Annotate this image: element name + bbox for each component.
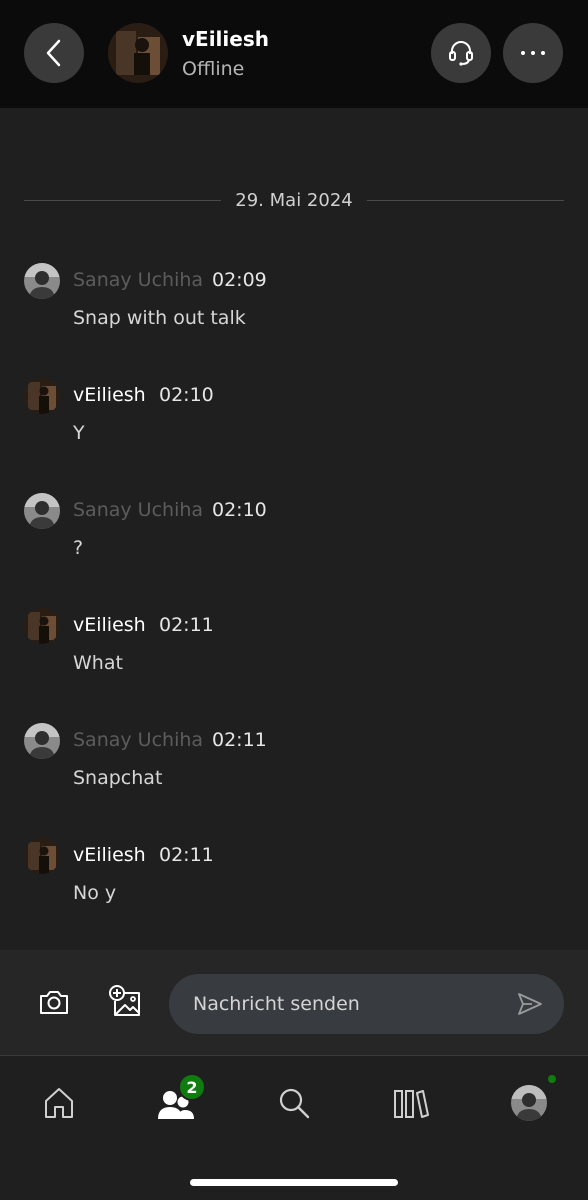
message-time: 02:10 <box>159 384 214 406</box>
divider <box>24 199 222 201</box>
more-options-button[interactable] <box>503 23 563 83</box>
message-item[interactable]: Sanay Uchiha 02:09 Snap with out talk <box>24 263 564 353</box>
tab-search[interactable] <box>274 1083 314 1123</box>
tab-library[interactable] <box>391 1083 431 1123</box>
contact-status: Offline <box>182 58 245 80</box>
message-text: ? <box>73 537 84 559</box>
date-separator: 29. Mai 2024 <box>24 188 565 212</box>
message-author[interactable]: Sanay Uchiha <box>73 269 203 291</box>
online-status-dot <box>546 1073 558 1085</box>
message-text: Y <box>73 422 85 444</box>
bottom-tab-bar: 2 <box>0 1057 588 1200</box>
message-author[interactable]: vEiliesh <box>73 844 146 866</box>
message-input-container[interactable] <box>169 974 564 1034</box>
date-label: 29. Mai 2024 <box>235 189 353 211</box>
message-time: 02:10 <box>212 499 267 521</box>
sender-avatar[interactable] <box>24 378 60 414</box>
message-text: Snapchat <box>73 767 163 789</box>
message-item[interactable]: Sanay Uchiha 02:10? <box>24 493 564 583</box>
contact-avatar[interactable] <box>108 23 168 83</box>
message-time: 02:11 <box>159 614 214 636</box>
message-item[interactable]: vEiliesh 02:11 No y <box>24 838 564 928</box>
add-image-icon <box>109 985 140 1016</box>
message-composer <box>0 950 588 1056</box>
sender-avatar[interactable] <box>24 608 60 644</box>
message-time: 02:11 <box>159 844 214 866</box>
message-time: 02:09 <box>212 269 267 291</box>
back-button[interactable] <box>24 23 84 83</box>
chat-header: vEiliesh Offline <box>0 0 588 108</box>
sender-avatar[interactable] <box>24 723 60 759</box>
sender-avatar[interactable] <box>24 263 60 299</box>
search-icon <box>279 1088 310 1119</box>
friends-count-badge: 2 <box>178 1073 206 1101</box>
party-chat-button[interactable] <box>431 23 491 83</box>
ellipsis-icon <box>521 51 545 55</box>
message-author[interactable]: Sanay Uchiha <box>73 729 203 751</box>
message-item[interactable]: Sanay Uchiha 02:11 Snapchat <box>24 723 564 813</box>
sender-avatar[interactable] <box>24 493 60 529</box>
tab-home[interactable] <box>39 1083 79 1123</box>
message-text: What <box>73 652 123 674</box>
home-icon <box>45 1088 73 1118</box>
headset-icon <box>449 41 473 66</box>
message-input[interactable] <box>193 974 493 1034</box>
contact-name[interactable]: vEiliesh <box>182 27 269 51</box>
message-author[interactable]: vEiliesh <box>73 384 146 406</box>
add-image-button[interactable] <box>108 984 144 1020</box>
library-icon <box>394 1090 429 1118</box>
profile-avatar <box>511 1085 547 1121</box>
send-icon[interactable] <box>516 990 544 1018</box>
message-list[interactable]: 29. Mai 2024 Sanay Uchiha 02:09 Snap with … <box>0 108 588 950</box>
chevron-left-icon <box>46 39 61 67</box>
divider <box>366 199 565 201</box>
message-text: Snap with out talk <box>73 307 246 329</box>
message-text: No y <box>73 882 117 904</box>
sender-avatar[interactable] <box>24 838 60 874</box>
home-indicator[interactable] <box>190 1179 398 1186</box>
camera-icon <box>40 991 68 1014</box>
tab-profile[interactable] <box>509 1083 549 1123</box>
message-author[interactable]: vEiliesh <box>73 614 146 636</box>
message-author[interactable]: Sanay Uchiha <box>73 499 203 521</box>
message-item[interactable]: vEiliesh 02:10 Y <box>24 378 564 468</box>
message-item[interactable]: vEiliesh 02:11 What <box>24 608 564 698</box>
camera-button[interactable] <box>36 984 72 1020</box>
message-time: 02:11 <box>212 729 267 751</box>
